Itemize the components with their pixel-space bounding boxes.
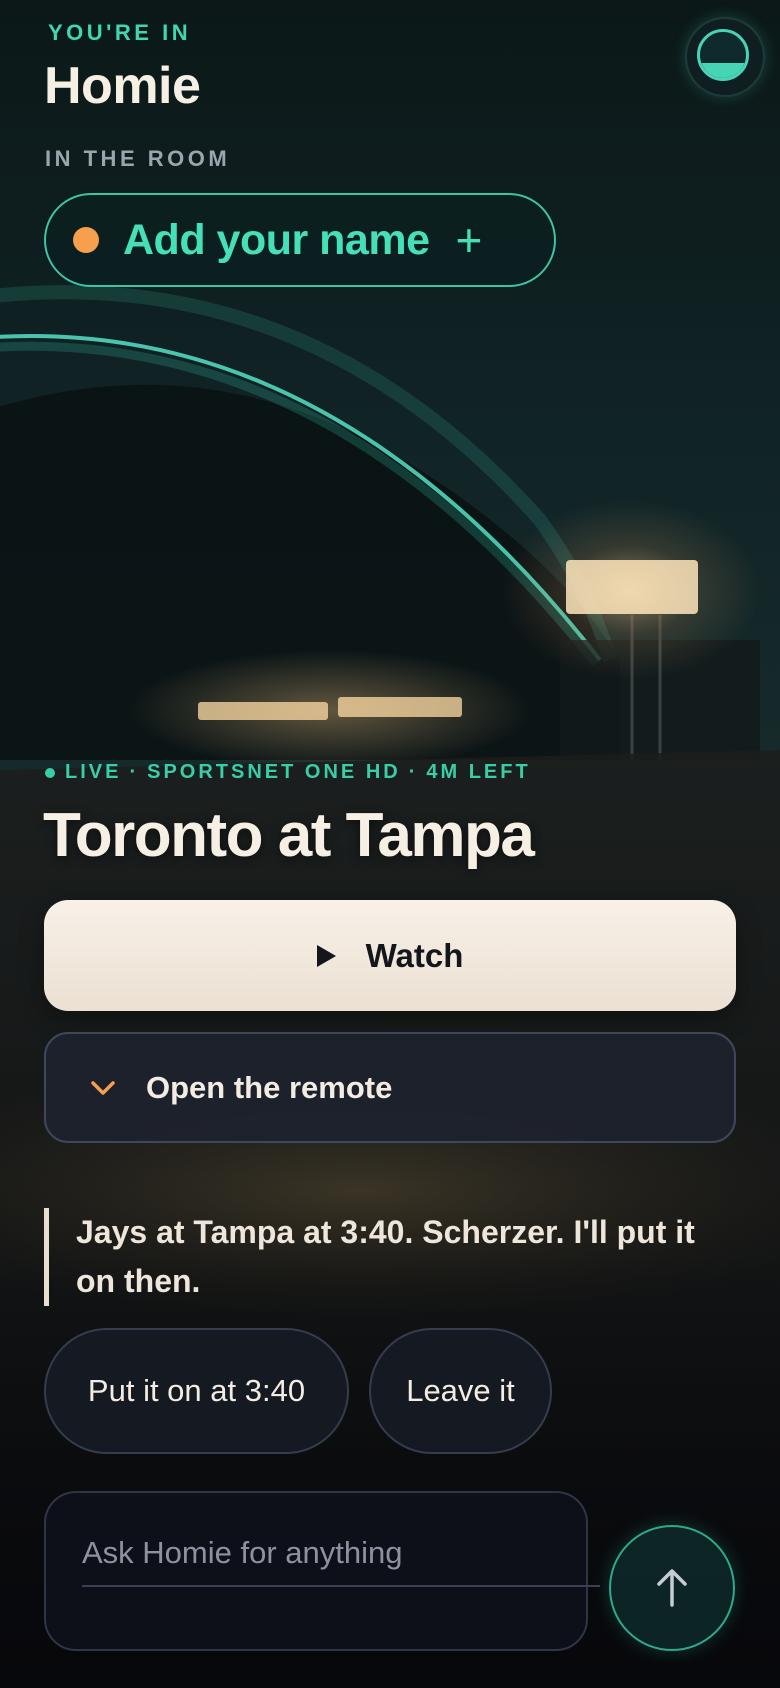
- ask-input[interactable]: [82, 1529, 552, 1577]
- open-remote-label: Open the remote: [146, 1069, 393, 1105]
- composer: [44, 1491, 600, 1651]
- watch-button[interactable]: Watch: [44, 900, 736, 1011]
- watch-label: Watch: [365, 936, 464, 974]
- add-name-label: Add your name: [123, 215, 430, 264]
- send-button[interactable]: [609, 1525, 735, 1651]
- room-name: Homie: [44, 57, 201, 115]
- live-dot-icon: [45, 767, 55, 778]
- suggestion-leave-it[interactable]: Leave it: [369, 1328, 552, 1454]
- suggestion-put-it-on[interactable]: Put it on at 3:40: [44, 1328, 349, 1454]
- program-title: Toronto at Tampa: [43, 801, 535, 870]
- open-remote-button[interactable]: Open the remote: [44, 1032, 736, 1143]
- plus-icon: +: [455, 214, 483, 266]
- separator: ·: [408, 761, 419, 783]
- arrow-up-icon: [655, 1568, 689, 1608]
- avatar-ring-icon: [697, 29, 749, 81]
- channel-name: SPORTSNET ONE HD: [147, 761, 401, 783]
- live-status-row: LIVE · SPORTSNET ONE HD · 4M LEFT: [45, 761, 531, 784]
- assistant-message: Jays at Tampa at 3:40. Scherzer. I'll pu…: [44, 1208, 724, 1306]
- room-subtitle: IN THE ROOM: [45, 146, 231, 171]
- time-left: 4M LEFT: [426, 761, 531, 783]
- live-badge: LIVE: [65, 761, 122, 783]
- add-name-button[interactable]: Add your name +: [44, 193, 556, 287]
- status-dot: [73, 227, 99, 253]
- input-underline: [82, 1585, 600, 1587]
- avatar-button[interactable]: [685, 17, 765, 97]
- play-icon: [316, 944, 336, 967]
- separator: ·: [129, 761, 140, 783]
- chevron-down-icon: [90, 1080, 116, 1096]
- room-eyebrow: YOU'RE IN: [48, 20, 192, 45]
